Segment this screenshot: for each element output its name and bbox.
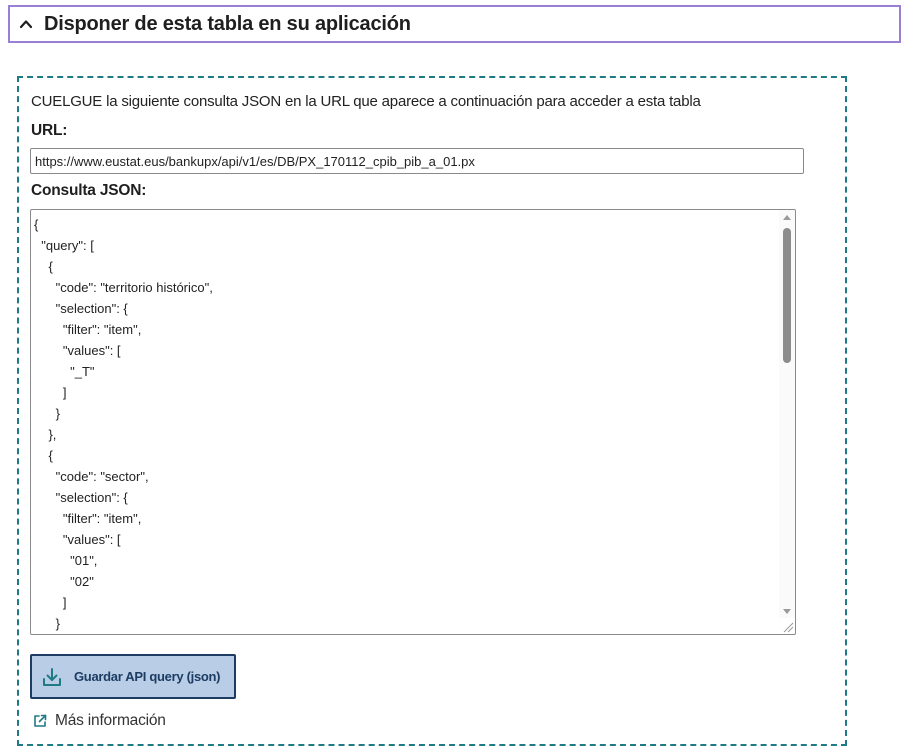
download-icon bbox=[43, 667, 61, 686]
json-scrollbar[interactable] bbox=[779, 210, 795, 618]
chevron-up-icon bbox=[19, 20, 33, 29]
save-button-label: Guardar API query (json) bbox=[74, 669, 221, 684]
api-panel: CUELGUE la siguiente consulta JSON en la… bbox=[17, 76, 847, 746]
more-info-label: Más información bbox=[55, 712, 166, 729]
scroll-up-icon[interactable] bbox=[783, 215, 791, 220]
accordion-title: Disponer de esta tabla en su aplicación bbox=[44, 12, 411, 35]
url-label: URL: bbox=[31, 122, 68, 139]
json-content: { "query": [ { "code": "territorio histó… bbox=[34, 217, 213, 631]
json-label: Consulta JSON: bbox=[31, 182, 147, 199]
more-info-link[interactable]: Más información bbox=[33, 712, 166, 730]
resize-handle-icon[interactable] bbox=[780, 619, 794, 633]
intro-text: CUELGUE la siguiente consulta JSON en la… bbox=[31, 93, 701, 110]
scroll-down-icon[interactable] bbox=[783, 609, 791, 614]
json-textarea[interactable]: { "query": [ { "code": "territorio histó… bbox=[30, 209, 796, 635]
save-api-query-button[interactable]: Guardar API query (json) bbox=[30, 654, 236, 699]
url-field[interactable] bbox=[30, 148, 804, 174]
accordion-header[interactable]: Disponer de esta tabla en su aplicación bbox=[8, 5, 901, 43]
external-link-icon bbox=[34, 714, 47, 727]
scroll-thumb[interactable] bbox=[783, 228, 791, 363]
